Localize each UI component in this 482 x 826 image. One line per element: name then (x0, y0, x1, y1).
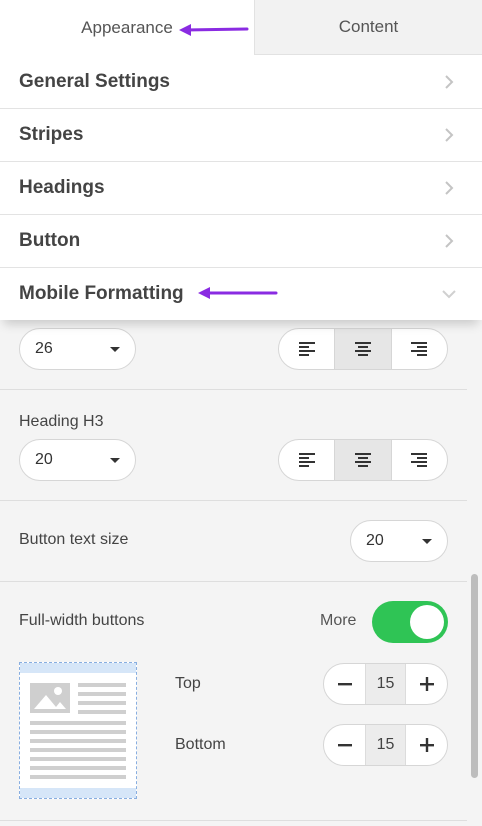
plus-icon (419, 738, 434, 752)
select-value: 20 (35, 451, 53, 468)
heading-h3-label: Heading H3 (19, 413, 104, 430)
increment-button[interactable] (406, 725, 447, 765)
stepper-value[interactable]: 15 (365, 664, 406, 704)
decrement-button[interactable] (324, 725, 365, 765)
full-width-buttons-label: Full-width buttons (19, 612, 145, 629)
bottom-padding-label: Bottom (175, 736, 226, 753)
align-right-button[interactable] (390, 440, 447, 480)
align-right-icon (411, 342, 428, 356)
caret-down-icon (422, 539, 432, 544)
accordion-general-settings[interactable]: General Settings (0, 55, 482, 108)
chevron-right-icon (445, 181, 454, 195)
accordion-label: Stripes (19, 124, 84, 145)
settings-accordion: General Settings Stripes Headings Button… (0, 55, 482, 320)
button-text-size-select[interactable]: 20 (350, 520, 448, 562)
align-center-button[interactable] (334, 329, 391, 369)
divider (0, 500, 467, 501)
preview-top-padding (20, 663, 136, 673)
accordion-headings[interactable]: Headings (0, 161, 482, 214)
heading-h2-size-select[interactable]: 26 (19, 328, 136, 370)
accordion-label: Button (19, 230, 81, 251)
tab-appearance-label: Appearance (81, 17, 173, 37)
accordion-label: Headings (19, 177, 105, 198)
text-lines-icon (30, 683, 126, 779)
caret-down-icon (110, 347, 120, 352)
align-left-button[interactable] (279, 440, 334, 480)
top-padding-stepper: 15 (323, 663, 448, 705)
toggle-knob (410, 605, 444, 639)
chevron-right-icon (445, 128, 454, 142)
increment-button[interactable] (406, 664, 447, 704)
tab-content[interactable]: Content (254, 0, 482, 55)
heading-h3-alignment (278, 439, 448, 481)
divider (0, 389, 467, 390)
tab-content-label: Content (338, 17, 399, 36)
top-padding-label: Top (175, 675, 201, 692)
caret-down-icon (110, 458, 120, 463)
select-value: 26 (35, 340, 53, 357)
plus-icon (419, 677, 434, 691)
accordion-button[interactable]: Button (0, 214, 482, 267)
decrement-button[interactable] (324, 664, 365, 704)
minus-icon (337, 683, 352, 686)
annotation-arrow-icon (198, 287, 278, 299)
align-right-button[interactable] (390, 329, 447, 369)
preview-bottom-padding (20, 788, 136, 798)
align-center-button[interactable] (334, 440, 391, 480)
chevron-right-icon (445, 234, 454, 248)
accordion-stripes[interactable]: Stripes (0, 108, 482, 161)
button-layout-preview (19, 662, 137, 799)
divider (0, 581, 467, 582)
chevron-right-icon (445, 74, 454, 89)
minus-icon (337, 744, 352, 747)
scrollbar[interactable] (471, 574, 478, 778)
button-text-size-label: Button text size (19, 531, 129, 548)
more-link[interactable]: More (320, 612, 356, 630)
divider (0, 820, 467, 821)
align-left-icon (298, 342, 315, 356)
chevron-down-icon (442, 290, 456, 299)
align-left-button[interactable] (279, 329, 334, 369)
stepper-value[interactable]: 15 (365, 725, 406, 765)
select-value: 20 (366, 532, 384, 549)
mobile-formatting-panel: 26 Heading H3 20 Button text size 20 Ful… (0, 320, 467, 826)
heading-h2-alignment (278, 328, 448, 370)
accordion-label: Mobile Formatting (19, 283, 184, 304)
bottom-padding-stepper: 15 (323, 724, 448, 766)
annotation-arrow-icon (179, 24, 249, 36)
align-right-icon (411, 453, 428, 467)
align-center-icon (354, 453, 371, 467)
align-left-icon (298, 453, 315, 467)
align-center-icon (354, 342, 371, 356)
accordion-label: General Settings (19, 70, 170, 92)
full-width-toggle[interactable] (372, 601, 448, 643)
heading-h3-size-select[interactable]: 20 (19, 439, 136, 481)
